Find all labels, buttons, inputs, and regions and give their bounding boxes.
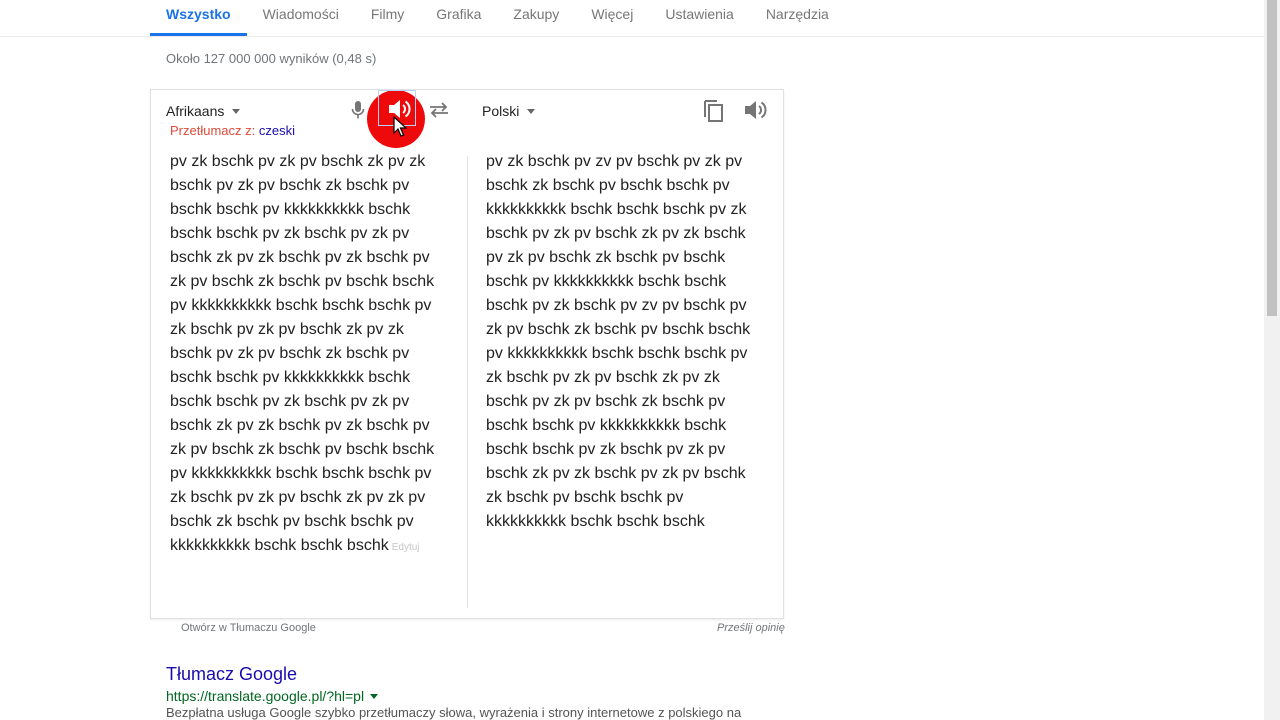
detected-language-link[interactable]: czeski <box>259 123 295 138</box>
column-divider <box>467 156 468 608</box>
source-language-select[interactable]: Afrikaans <box>166 103 241 119</box>
scrollbar[interactable] <box>1264 0 1280 720</box>
source-text[interactable]: pv zk bschk pv zk pv bschk zk pv zk bsch… <box>170 150 438 560</box>
send-feedback-link[interactable]: Prześlij opinię <box>717 622 785 634</box>
target-language-label: Polski <box>482 103 520 119</box>
speaker-icon[interactable] <box>743 99 767 126</box>
chevron-down-icon[interactable] <box>370 693 379 699</box>
result-stats: Około 127 000 000 wyników (0,48 s) <box>166 51 377 66</box>
open-in-translate-link[interactable]: Otwórz w Tłumaczu Google <box>181 622 316 634</box>
copy-icon[interactable] <box>702 97 726 128</box>
tab-images[interactable]: Grafika <box>420 0 497 36</box>
detected-language: Przetłumacz z: czeski <box>170 123 295 138</box>
source-text-content: pv zk bschk pv zk pv bschk zk pv zk bsch… <box>170 153 435 554</box>
target-language-select[interactable]: Polski <box>482 103 536 119</box>
result-title[interactable]: Tłumacz Google <box>166 664 297 685</box>
result-url: https://translate.google.pl/?hl=pl <box>166 688 379 704</box>
microphone-icon[interactable] <box>351 100 365 125</box>
tab-news[interactable]: Wiadomości <box>247 0 355 36</box>
search-tabs: Wszystko Wiadomości Filmy Grafika Zakupy… <box>150 0 845 36</box>
edit-link[interactable]: Edytuj <box>392 542 420 553</box>
tab-shopping[interactable]: Zakupy <box>497 0 575 36</box>
source-language-label: Afrikaans <box>166 103 225 119</box>
detected-prefix: Przetłumacz z: <box>170 123 256 138</box>
chevron-down-icon <box>232 108 241 114</box>
tab-videos[interactable]: Filmy <box>355 0 420 36</box>
translate-card: Afrikaans Przetłumacz z: czeski Polski p… <box>150 89 784 619</box>
scrollbar-thumb[interactable] <box>1267 0 1277 316</box>
tab-settings[interactable]: Ustawienia <box>649 0 749 36</box>
chevron-down-icon <box>527 108 536 114</box>
result-url-text: https://translate.google.pl/?hl=pl <box>166 688 365 704</box>
swap-languages-icon[interactable] <box>428 101 450 124</box>
tab-more[interactable]: Więcej <box>575 0 649 36</box>
result-snippet: Bezpłatna usługa Google szybko przetłuma… <box>166 705 742 720</box>
tabs-divider <box>0 36 1264 37</box>
mouse-cursor-icon <box>393 115 408 143</box>
tab-tools[interactable]: Narzędzia <box>750 0 845 36</box>
translated-text: pv zk bschk pv zv pv bschk pv zk pv bsch… <box>486 153 751 530</box>
tab-all[interactable]: Wszystko <box>150 0 247 36</box>
